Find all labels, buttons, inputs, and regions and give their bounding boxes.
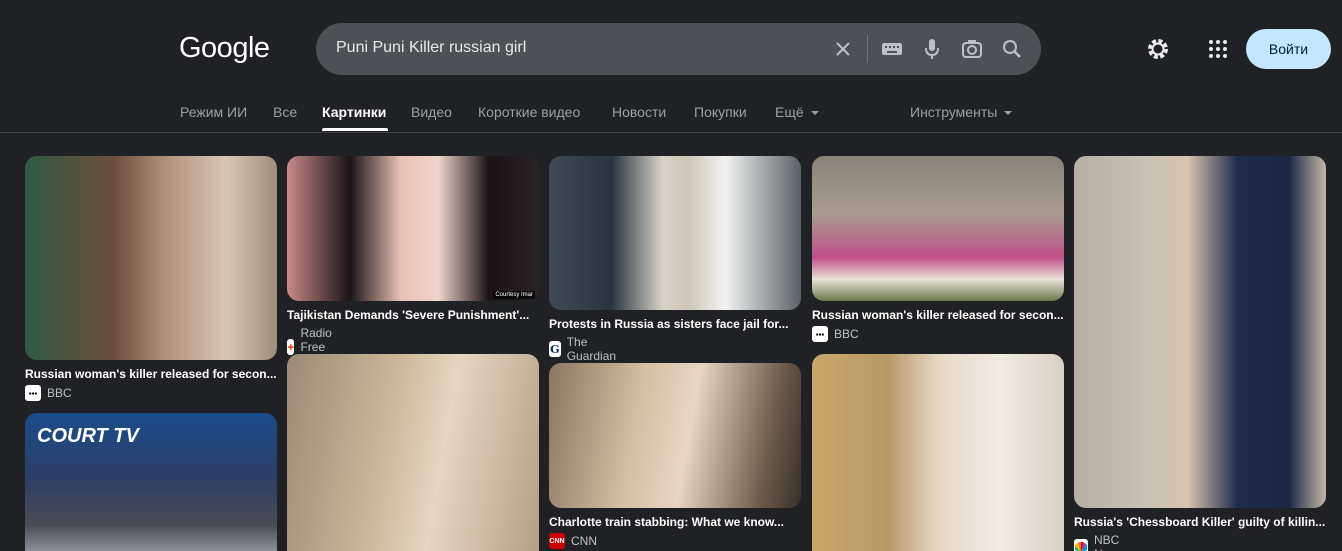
guardian-favicon-icon: G bbox=[549, 341, 561, 357]
source-name: NBC News bbox=[1094, 533, 1124, 551]
court-tv-logo: COURT TV bbox=[37, 425, 139, 447]
divider bbox=[0, 132, 1342, 133]
tab-more-label: Ещё bbox=[775, 104, 804, 120]
source-name: BBC bbox=[47, 386, 72, 400]
tools-label: Инструменты bbox=[910, 104, 998, 120]
source-name: The Guardian bbox=[566, 335, 617, 363]
apps-grid-icon[interactable] bbox=[1206, 37, 1230, 61]
google-logo[interactable]: Google bbox=[179, 32, 270, 65]
result-caption[interactable]: Tajikistan Demands 'Severe Punishment'..… bbox=[287, 308, 539, 322]
result-caption[interactable]: Protests in Russia as sisters face jail … bbox=[549, 317, 801, 331]
tab-video[interactable]: Видео bbox=[411, 104, 452, 120]
tab-short-video[interactable]: Короткие видео bbox=[478, 104, 580, 120]
source-name: CNN bbox=[571, 534, 597, 548]
active-tab-indicator bbox=[322, 128, 388, 131]
result-thumbnail[interactable] bbox=[812, 156, 1064, 301]
mic-icon[interactable] bbox=[920, 37, 944, 61]
keyboard-icon[interactable] bbox=[880, 37, 904, 61]
result-caption[interactable]: Russia's 'Chessboard Killer' guilty of k… bbox=[1074, 515, 1326, 529]
signin-button[interactable]: Войти bbox=[1246, 29, 1331, 69]
search-input[interactable]: Puni Puni Killer russian girl bbox=[336, 39, 526, 57]
rfe-favicon-icon: ✚ bbox=[287, 339, 295, 355]
result-thumbnail[interactable]: COURT TV bbox=[25, 413, 277, 551]
tab-more[interactable]: Ещё bbox=[775, 104, 819, 120]
tab-images[interactable]: Картинки bbox=[322, 104, 386, 120]
result-source[interactable]: NBC News bbox=[1074, 533, 1126, 551]
tab-all[interactable]: Все bbox=[273, 104, 297, 120]
close-icon[interactable] bbox=[831, 37, 855, 61]
search-box[interactable]: Puni Puni Killer russian girl bbox=[316, 23, 1041, 75]
chevron-down-icon bbox=[1004, 111, 1013, 116]
result-caption[interactable]: Russian woman's killer released for seco… bbox=[25, 367, 277, 381]
result-source[interactable]: ▪▪▪ BBC bbox=[25, 385, 72, 401]
result-thumbnail[interactable] bbox=[549, 156, 801, 310]
result-thumbnail[interactable] bbox=[287, 354, 539, 551]
chevron-down-icon bbox=[810, 111, 819, 116]
result-caption[interactable]: Russian woman's killer released for seco… bbox=[812, 308, 1064, 322]
result-thumbnail[interactable] bbox=[25, 156, 277, 360]
result-thumbnail[interactable] bbox=[549, 363, 801, 508]
result-caption[interactable]: Charlotte train stabbing: What we know..… bbox=[549, 515, 801, 529]
nbc-favicon-icon bbox=[1074, 539, 1088, 551]
gear-icon[interactable] bbox=[1146, 37, 1170, 61]
result-thumbnail[interactable] bbox=[812, 354, 1064, 551]
result-thumbnail[interactable]: Courtesy Imar bbox=[287, 156, 539, 301]
search-tabs: Режим ИИ Все Картинки Видео Короткие вид… bbox=[0, 92, 1342, 132]
tab-ai-mode[interactable]: Режим ИИ bbox=[180, 104, 247, 120]
bbc-favicon-icon: ▪▪▪ bbox=[812, 326, 828, 342]
tab-shopping[interactable]: Покупки bbox=[694, 104, 747, 120]
result-source[interactable]: G The Guardian bbox=[549, 335, 620, 363]
result-source[interactable]: CNN CNN bbox=[549, 533, 597, 549]
lens-icon[interactable] bbox=[960, 37, 984, 61]
result-thumbnail[interactable] bbox=[1074, 156, 1326, 508]
result-source[interactable]: ▪▪▪ BBC bbox=[812, 326, 859, 342]
search-icon[interactable] bbox=[1000, 37, 1024, 61]
courtesy-label: Courtesy Imar bbox=[493, 291, 535, 299]
source-name: BBC bbox=[834, 327, 859, 341]
search-divider bbox=[867, 35, 868, 63]
cnn-favicon-icon: CNN bbox=[549, 533, 565, 549]
tools-button[interactable]: Инструменты bbox=[910, 104, 1013, 120]
tab-news[interactable]: Новости bbox=[612, 104, 666, 120]
bbc-favicon-icon: ▪▪▪ bbox=[25, 385, 41, 401]
